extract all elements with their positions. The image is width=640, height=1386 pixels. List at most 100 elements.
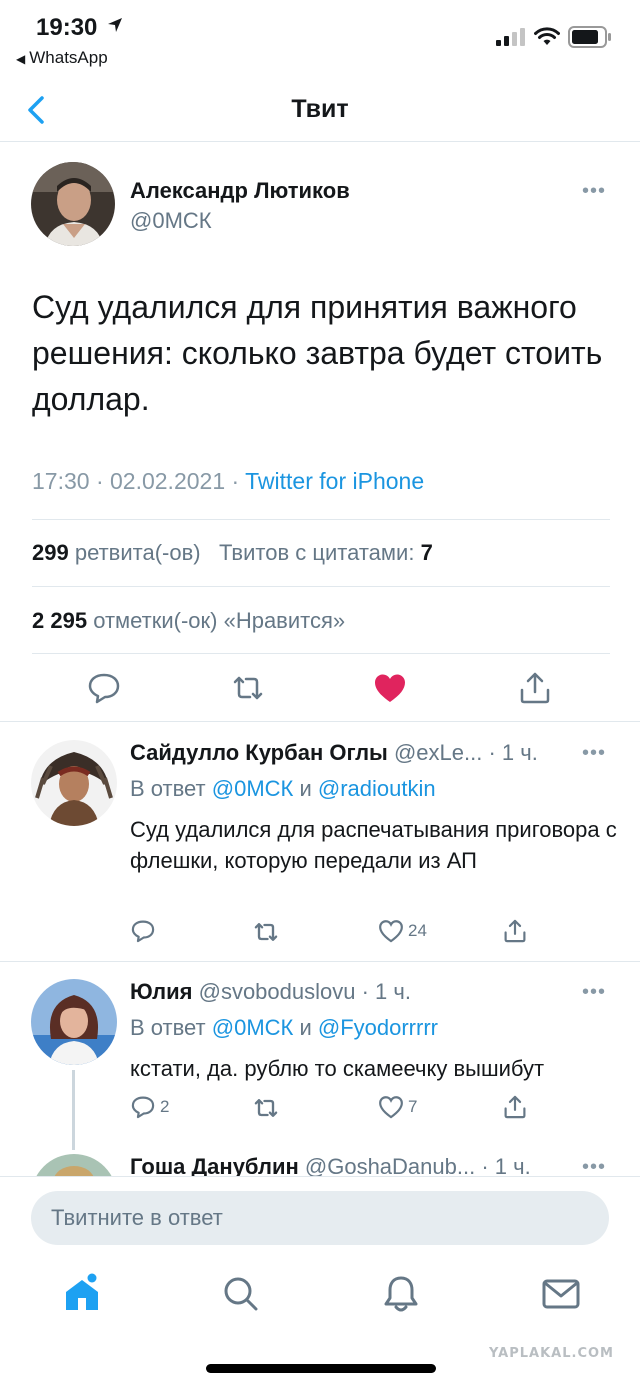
author-handle[interactable]: @0МСК: [130, 208, 212, 234]
reply-to-prefix: В ответ: [130, 776, 212, 801]
status-icons: [496, 26, 612, 48]
back-to-app-link[interactable]: ◀ WhatsApp: [16, 48, 108, 68]
nav-bar: Твит: [0, 80, 640, 142]
retweets-count: 299: [32, 540, 69, 565]
author-avatar[interactable]: [31, 162, 115, 246]
divider: [32, 653, 610, 654]
retweet-button[interactable]: [230, 670, 266, 706]
location-arrow-icon: [108, 18, 123, 32]
reply-count: 2: [160, 1097, 170, 1116]
reply-header: Юлия @svoboduslovu · 1 ч.: [130, 979, 411, 1005]
cellular-signal-icon: [496, 28, 525, 46]
reply-to-and: и: [293, 776, 318, 801]
status-time: 19:30: [36, 14, 123, 42]
avatar-photo: [31, 162, 115, 246]
share-button[interactable]: [517, 670, 553, 706]
mention-link[interactable]: @0МСК: [212, 1015, 294, 1040]
more-options-icon[interactable]: •••: [582, 981, 606, 1004]
tweet-meta: 17:30 · 02.02.2021 · Twitter for iPhone: [32, 468, 424, 495]
reply-time: · 1 ч.: [488, 740, 538, 765]
bell-icon: [384, 1276, 418, 1312]
reply-avatar[interactable]: [31, 979, 117, 1065]
tab-bar: YAPLAKAL.COM: [0, 1260, 640, 1386]
mention-link[interactable]: @radioutkin: [318, 776, 436, 801]
heart-outline-icon: [379, 920, 403, 943]
like-count: 7: [408, 1097, 418, 1116]
reply-icon: [131, 1096, 155, 1119]
share-icon: [504, 1095, 526, 1119]
back-triangle-icon: ◀: [16, 52, 26, 66]
reply-button[interactable]: [86, 670, 122, 706]
more-options-icon[interactable]: •••: [582, 742, 606, 765]
page-title: Твит: [291, 95, 349, 123]
avatar-photo: [31, 740, 117, 826]
reply-actions: 24: [130, 918, 540, 948]
reply-author-name[interactable]: Гоша Данублин: [130, 1154, 299, 1176]
reply-button[interactable]: 2: [130, 1094, 169, 1120]
like-button[interactable]: 7: [378, 1094, 417, 1120]
reply-author-handle[interactable]: @exLe...: [394, 740, 482, 765]
share-button[interactable]: [502, 1094, 528, 1120]
battery-icon: [568, 26, 611, 48]
tweet-text: Суд удалился для принятия важного решени…: [32, 289, 603, 417]
mention-link[interactable]: @0МСК: [212, 776, 294, 801]
more-options-icon[interactable]: •••: [582, 180, 606, 203]
heart-outline-icon: [379, 1096, 403, 1119]
reply-tweet[interactable]: Юлия @svoboduslovu · 1 ч. ••• В ответ @0…: [0, 963, 640, 1148]
tab-search[interactable]: [219, 1272, 263, 1316]
share-button[interactable]: [502, 918, 528, 944]
reply-author-name[interactable]: Сайдулло Курбан Оглы: [130, 740, 388, 765]
reply-tweet[interactable]: Гоша Данублин @GoshaDanub... · 1 ч. •••: [0, 1140, 640, 1176]
reply-text: кстати, да. рублю то скамеечку вышибут: [130, 1056, 545, 1081]
retweet-icon: [254, 1099, 278, 1117]
main-tweet: Александр Лютиков @0МСК ••• Суд удалился…: [0, 142, 640, 722]
compose-bar: Твитните в ответ: [0, 1176, 640, 1260]
tab-messages[interactable]: [539, 1272, 583, 1316]
clock: 19:30: [36, 14, 98, 41]
divider: [32, 586, 610, 587]
retweets-label: ретвита(-ов): [74, 540, 201, 565]
like-button[interactable]: [372, 670, 408, 706]
likes-stats[interactable]: 2 295 отметки(-ок) «Нравится»: [32, 608, 345, 634]
share-icon: [520, 672, 550, 704]
status-bar: 19:30 ◀ WhatsApp: [0, 0, 640, 80]
reply-actions: 2 7: [130, 1094, 540, 1124]
like-button[interactable]: 24: [378, 918, 427, 944]
quotes-label: Твитов с цитатами:: [218, 540, 415, 565]
reply-to-line: В ответ @0МСК и @Fyodorrrrr: [130, 1015, 438, 1041]
thread-connector-line: [72, 1070, 75, 1150]
home-indicator[interactable]: [206, 1364, 436, 1373]
reply-time: · 1 ч.: [481, 1154, 531, 1176]
reply-author-name[interactable]: Юлия: [130, 979, 192, 1004]
tab-notifications[interactable]: [379, 1272, 423, 1316]
reply-author-handle[interactable]: @GoshaDanub...: [305, 1154, 475, 1176]
retweets-stats[interactable]: 299 ретвита(-ов) Твитов с цитатами: 7: [32, 540, 433, 566]
more-options-icon[interactable]: •••: [582, 1156, 606, 1176]
author-name[interactable]: Александр Лютиков: [130, 178, 350, 204]
retweet-button[interactable]: [252, 1094, 280, 1122]
wifi-icon: [534, 27, 560, 45]
tweet-source[interactable]: Twitter for iPhone: [245, 468, 424, 494]
reply-to-prefix: В ответ: [130, 1015, 212, 1040]
reply-time: · 1 ч.: [361, 979, 411, 1004]
reply-compose-input[interactable]: Твитните в ответ: [31, 1191, 609, 1245]
mention-link[interactable]: @Fyodorrrrr: [318, 1015, 438, 1040]
tweet-timestamp: 17:30 · 02.02.2021 ·: [32, 468, 246, 494]
retweet-icon: [233, 676, 263, 700]
share-icon: [504, 919, 526, 943]
watermark: YAPLAKAL.COM: [489, 1346, 614, 1361]
retweet-icon: [254, 923, 278, 941]
reply-button[interactable]: [130, 918, 156, 944]
reply-avatar[interactable]: [31, 1154, 117, 1176]
avatar-photo: [31, 979, 117, 1065]
reply-icon: [88, 673, 120, 704]
avatar-photo: [31, 1154, 117, 1176]
tab-home[interactable]: [60, 1272, 104, 1316]
reply-to-line: В ответ @0МСК и @radioutkin: [130, 776, 436, 802]
reply-tweet[interactable]: Сайдулло Курбан Оглы @exLe... · 1 ч. •••…: [0, 722, 640, 962]
reply-header: Гоша Данублин @GoshaDanub... · 1 ч.: [130, 1154, 531, 1176]
retweet-button[interactable]: [252, 918, 280, 946]
reply-avatar[interactable]: [31, 740, 117, 826]
back-app-label: WhatsApp: [29, 48, 108, 67]
reply-author-handle[interactable]: @svoboduslovu: [199, 979, 356, 1004]
